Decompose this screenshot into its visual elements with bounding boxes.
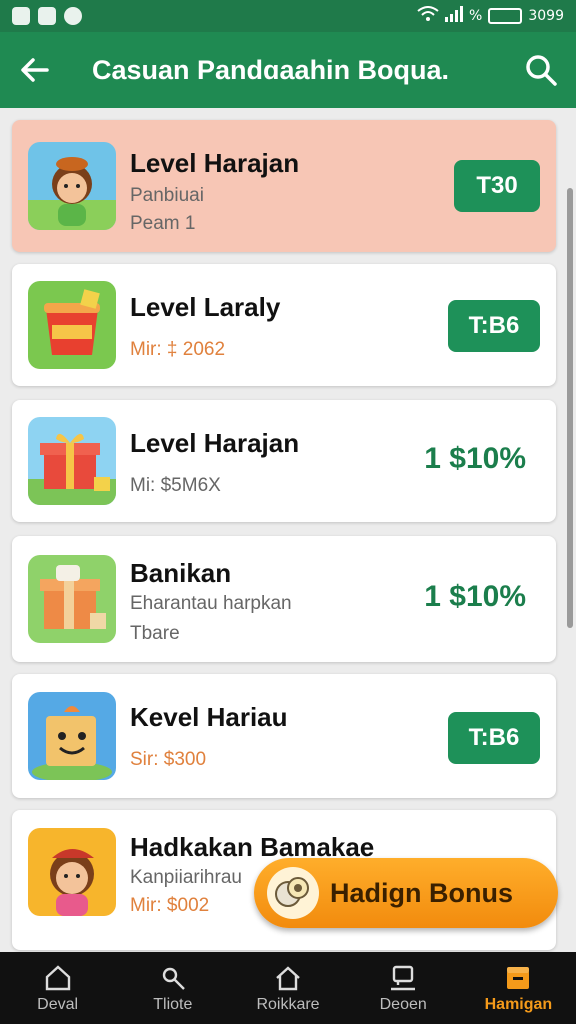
bonus-fab-label: Hadign Bonus	[330, 877, 513, 908]
home-icon	[45, 964, 70, 990]
nav-label: Deoen	[379, 995, 427, 1013]
notification-icon	[12, 7, 30, 25]
bonus-fab-button[interactable]: Hadign Bonus	[254, 858, 558, 928]
claim-button[interactable]: T:B6	[448, 712, 540, 764]
nav-label: Hamigan	[484, 995, 553, 1013]
nav-label: Roikkare	[256, 995, 320, 1013]
back-button[interactable]	[0, 32, 70, 108]
item-name: Banikan	[130, 558, 232, 588]
red-bucket-icon	[28, 281, 116, 369]
list-item[interactable]: Kevel Hariau Sir: $300 T:B6	[12, 674, 556, 798]
girl-character-icon	[28, 142, 116, 230]
house-icon	[276, 965, 300, 990]
wifi-icon	[417, 6, 439, 26]
item-meta: Mi: $5M6X	[130, 475, 221, 496]
item-meta: Sir: $300	[130, 749, 207, 770]
girl-hat-icon	[28, 828, 116, 916]
list-item[interactable]: Level Harajan Panbiuai Peam 1 T30	[12, 120, 556, 252]
nav-label: Tliote	[153, 995, 193, 1013]
package-box-icon	[28, 555, 116, 643]
item-name: Level Laraly	[130, 292, 281, 322]
item-meta: Tbare	[130, 623, 180, 644]
chat-icon	[391, 965, 416, 990]
item-meta: Peam 1	[130, 213, 196, 234]
search-button[interactable]	[506, 32, 576, 108]
nav-item-roikkare[interactable]: Roikkare	[230, 952, 345, 1024]
battery-icon	[488, 8, 523, 24]
item-name: Kevel Hariau	[130, 702, 288, 732]
signal-text: %	[469, 8, 483, 24]
price-value: 1 $10%	[424, 580, 526, 613]
gift-box-icon	[28, 417, 116, 505]
app-bar: Casuan Pandɑaahin Boqua.	[0, 32, 576, 108]
bottom-nav: Deval Tliote Roikkare Deoen Hamigan	[0, 952, 576, 1024]
item-name: Level Harajan	[130, 428, 300, 458]
claim-button[interactable]: T:B6	[448, 300, 540, 352]
item-meta: Mir: ‡ 2062	[130, 339, 226, 360]
status-bar: % 3099	[0, 0, 576, 32]
item-subtitle: Eharantau harpkan	[130, 593, 292, 614]
list-item[interactable]: Banikan Eharantau harpkan Tbare 1 $10%	[12, 536, 556, 662]
page-title: Casuan Pandɑaahin Boqua.	[92, 54, 450, 85]
item-subtitle: Panbiuai	[130, 185, 204, 206]
back-arrow-icon	[21, 58, 49, 82]
nav-label: Deval	[37, 995, 79, 1013]
bonus-list: Level Harajan Panbiuai Peam 1 T30 Level …	[0, 108, 576, 952]
photo-icon	[38, 7, 56, 25]
scrollbar[interactable]	[567, 188, 573, 628]
price-value: 1 $10%	[424, 442, 526, 475]
nav-item-hamigan[interactable]: Hamigan	[461, 952, 576, 1024]
list-item[interactable]: Level Laraly Mir: ‡ 2062 T:B6	[12, 264, 556, 386]
sync-icon	[64, 7, 82, 25]
nav-item-tliote[interactable]: Tliote	[115, 952, 230, 1024]
tools-icon	[162, 967, 185, 990]
list-item[interactable]: Level Harajan Mi: $5M6X 1 $10%	[12, 400, 556, 522]
battery-text: 3099	[528, 8, 564, 24]
bonus-icon	[507, 966, 530, 989]
nav-item-deoen[interactable]: Deoen	[346, 952, 461, 1024]
claim-button[interactable]: T30	[454, 160, 540, 212]
item-name: Level Harajan	[130, 148, 300, 178]
signal-icon	[445, 6, 464, 26]
box-character-icon	[28, 692, 116, 780]
nav-item-deval[interactable]: Deval	[0, 952, 115, 1024]
search-icon	[526, 55, 557, 86]
coins-icon	[267, 867, 319, 919]
